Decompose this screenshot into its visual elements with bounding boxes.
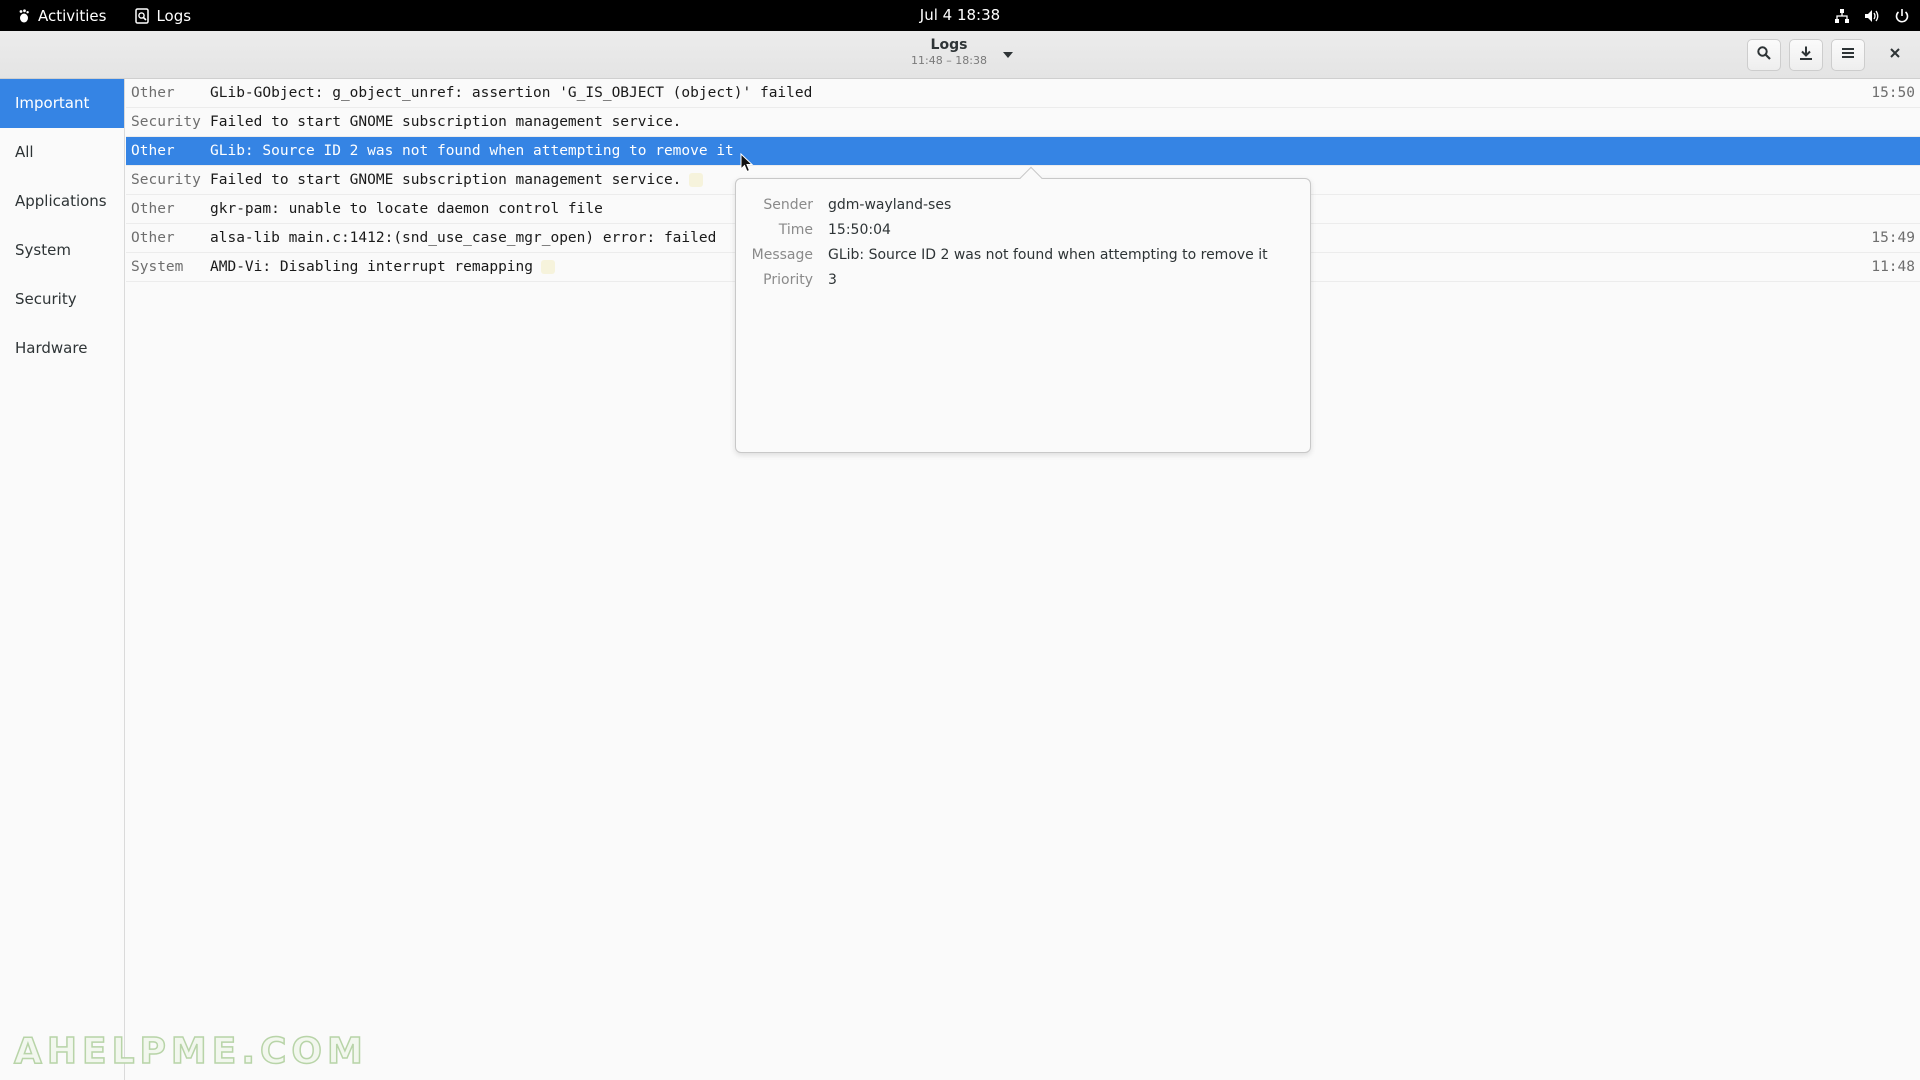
search-button[interactable] [1747,39,1781,71]
clock[interactable]: Jul 4 18:38 [920,6,1000,24]
header-bar: Logs 11:48 – 18:38 [0,31,1920,79]
detail-priority-value[interactable]: 3 [828,270,837,290]
sidebar-item-security[interactable]: Security [0,275,124,324]
sidebar-item-label: Applications [15,192,107,210]
log-message-text: Failed to start GNOME subscription manag… [210,172,682,188]
log-detail-popover: Sender gdm-wayland-ses Time 15:50:04 Mes… [735,166,1311,453]
network-icon [1834,8,1850,24]
sidebar-item-important[interactable]: Important [0,79,124,128]
power-icon [1894,8,1910,24]
top-panel: Activities Logs Jul 4 18:38 [0,0,1920,31]
search-icon [1756,45,1772,66]
log-message-text: AMD-Vi: Disabling interrupt remapping [210,259,534,275]
log-row-selected[interactable]: Other GLib: Source ID 2 was not found wh… [126,137,1920,166]
log-message: alsa-lib main.c:1412:(snd_use_case_mgr_o… [210,230,717,246]
sidebar-item-label: Security [15,290,77,308]
detail-sender-value[interactable]: gdm-wayland-ses [828,195,951,215]
sidebar-item-applications[interactable]: Applications [0,177,124,226]
close-button[interactable] [1878,39,1912,71]
sidebar-item-label: Important [15,94,90,112]
logs-app-icon [134,7,150,24]
sidebar-item-system[interactable]: System [0,226,124,275]
watermark-logo: AHELPME.COM [13,1030,368,1073]
title-block[interactable]: Logs 11:48 – 18:38 [900,36,998,68]
sidebar-item-label: System [15,241,71,259]
chevron-down-icon[interactable] [1000,47,1016,63]
close-icon [1889,46,1901,64]
volume-icon [1864,8,1880,24]
system-menu[interactable] [1834,0,1910,31]
window-subtitle: 11:48 – 18:38 [911,54,987,67]
log-category: Other [131,201,175,217]
mouse-pointer-icon [740,152,754,178]
detail-message-label: Message [751,247,813,263]
log-message: GLib-GObject: g_object_unref: assertion … [210,85,813,101]
log-category: Other [131,85,175,101]
export-button[interactable] [1789,39,1823,71]
export-icon [1798,45,1814,66]
log-message: GLib: Source ID 2 was not found when att… [210,143,734,159]
log-message: AMD-Vi: Disabling interrupt remapping [210,253,556,282]
log-category: System [131,259,184,275]
log-category: Security [131,114,201,130]
log-message: gkr-pam: unable to locate daemon control… [210,201,603,217]
detail-priority-label: Priority [763,272,813,288]
activities-button[interactable]: Activities [16,7,134,25]
detail-message-value[interactable]: GLib: Source ID 2 was not found when att… [828,245,1268,265]
sidebar-item-all[interactable]: All [0,128,124,177]
detail-sender-label: Sender [763,197,813,213]
category-sidebar: Important All Applications System Securi… [0,79,125,1080]
activities-label: Activities [38,6,107,25]
sidebar-item-label: Hardware [15,339,88,357]
log-time: 11:48 [1871,259,1915,275]
app-menu-button[interactable]: Logs [134,7,191,25]
sidebar-item-hardware[interactable]: Hardware [0,324,124,373]
detail-time-label: Time [778,222,813,238]
log-message: Failed to start GNOME subscription manag… [210,166,704,195]
log-row[interactable]: Security Failed to start GNOME subscript… [126,108,1920,137]
repeat-marker-icon [541,260,556,274]
menu-button[interactable] [1831,39,1865,71]
menu-icon [1840,45,1856,66]
app-menu-label: Logs [156,6,192,25]
detail-time-value[interactable]: 15:50:04 [828,220,891,240]
log-time: 15:49 [1871,230,1915,246]
log-message: Failed to start GNOME subscription manag… [210,114,682,130]
sidebar-item-label: All [15,143,34,161]
log-category: Other [131,143,175,159]
gnome-foot-icon [16,8,32,24]
log-time: 15:50 [1871,85,1915,101]
repeat-marker-icon [689,173,704,187]
window-title: Logs [930,37,968,53]
log-row[interactable]: Other GLib-GObject: g_object_unref: asse… [126,79,1920,108]
log-category: Security [131,172,201,188]
log-category: Other [131,230,175,246]
